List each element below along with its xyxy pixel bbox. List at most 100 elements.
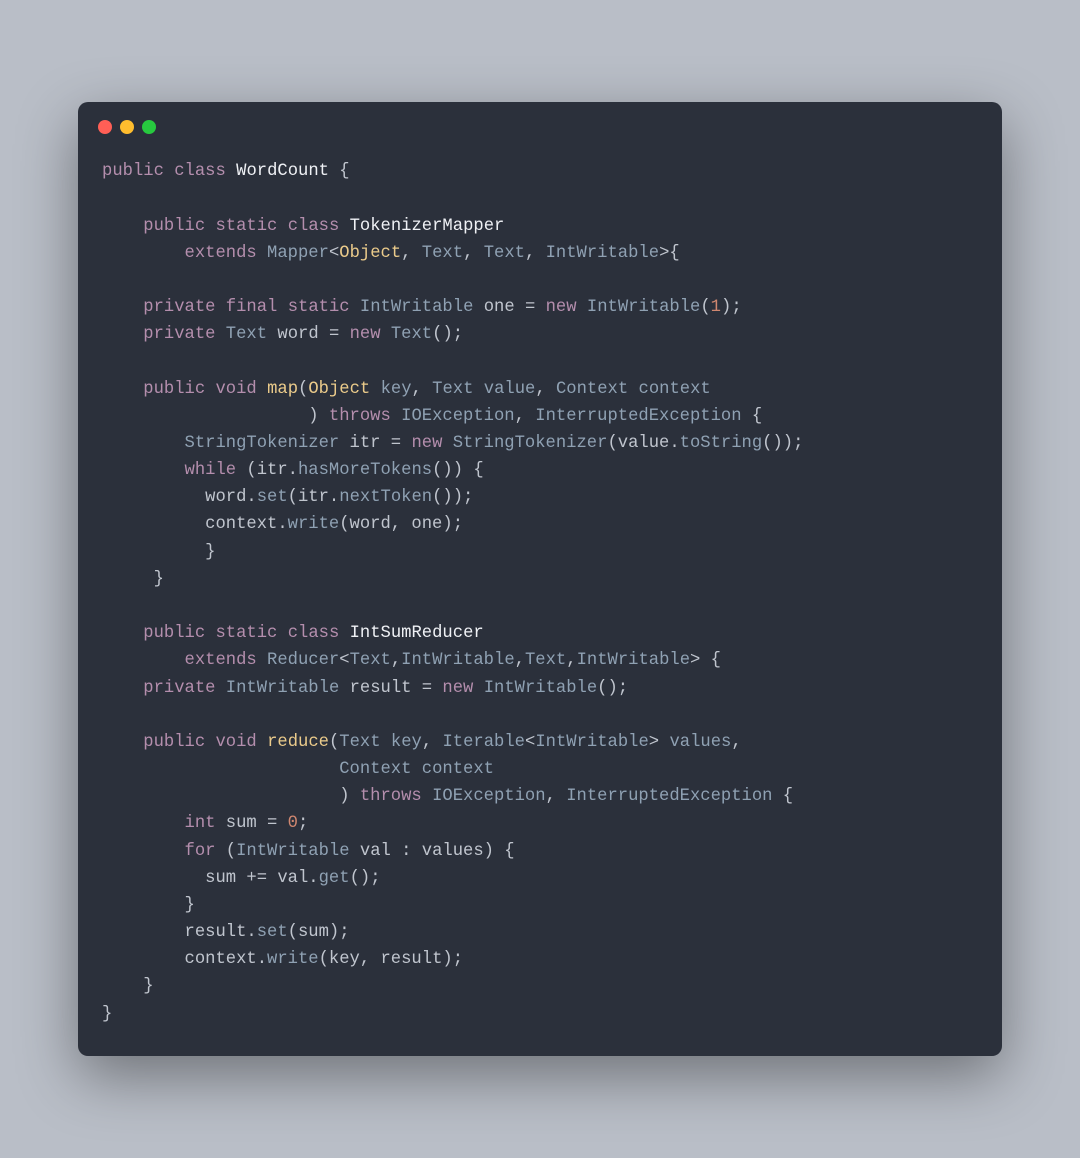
code-token: ) [102,407,329,426]
code-line: sum += val.get(); [102,865,978,892]
code-token: Context [339,760,411,779]
code-line: public void reduce(Text key, Iterable<In… [102,729,978,756]
code-token [381,325,391,344]
code-token: Mapper [267,244,329,263]
code-token [205,217,215,236]
code-token: { [329,162,350,181]
code-token: WordCount [236,162,329,181]
minimize-icon[interactable] [120,120,134,134]
code-token: } [102,977,154,996]
code-token: class [288,624,340,643]
code-token: IOException [401,407,514,426]
code-token: public [143,217,205,236]
code-token: private [143,325,215,344]
code-token: extends [185,651,257,670]
code-token: Text [391,325,432,344]
code-token: context. [102,515,288,534]
code-token: new [350,325,381,344]
code-line: ) throws IOException, InterruptedExcepti… [102,403,978,430]
code-token: int [185,814,216,833]
code-token [205,380,215,399]
code-token: , [422,733,443,752]
code-token [226,162,236,181]
code-token: (itr. [236,461,298,480]
code-token: Text [484,244,525,263]
code-token: } [102,1005,112,1024]
code-line: private IntWritable result = new IntWrit… [102,675,978,702]
code-line: } [102,1001,978,1028]
code-token [473,380,483,399]
code-token: write [267,950,319,969]
code-token: ) [102,787,360,806]
code-token: IntSumReducer [350,624,484,643]
code-token [257,651,267,670]
code-token: ; [298,814,308,833]
code-token: (key, result); [319,950,463,969]
code-token [215,325,225,344]
code-token: (value. [607,434,679,453]
code-line: } [102,892,978,919]
code-token: while [185,461,237,480]
code-line [102,593,978,620]
code-token: values [669,733,731,752]
code-line: public static class TokenizerMapper [102,213,978,240]
code-token [102,760,339,779]
code-token: IntWritable [401,651,514,670]
close-icon[interactable] [98,120,112,134]
code-token: toString [680,434,763,453]
code-token: } [102,543,215,562]
code-token: } [102,896,195,915]
code-token: new [546,298,577,317]
code-token [102,298,143,317]
code-token: , [535,380,556,399]
code-line: } [102,973,978,1000]
code-token: key [381,380,412,399]
code-token: { [772,787,793,806]
code-token: , [525,244,546,263]
code-token: { [742,407,763,426]
code-token: set [257,488,288,507]
code-line [102,348,978,375]
code-token: throws [329,407,391,426]
code-line [102,702,978,729]
code-token: , [546,787,567,806]
zoom-icon[interactable] [142,120,156,134]
code-token: (); [350,869,381,888]
code-token [215,298,225,317]
code-token [102,434,185,453]
code-content: public class WordCount { public static c… [78,138,1002,1056]
code-token: IntWritable [587,298,700,317]
code-token: context. [102,950,267,969]
titlebar [78,102,1002,138]
code-token: word. [102,488,257,507]
code-token: 0 [288,814,298,833]
code-token: throws [360,787,422,806]
code-token [102,380,143,399]
code-token [205,733,215,752]
code-token: new [411,434,442,453]
code-token: TokenizerMapper [350,217,505,236]
code-line: result.set(sum); [102,919,978,946]
code-token: key [391,733,422,752]
code-token: one = [473,298,545,317]
code-token: word = [267,325,350,344]
code-token: new [442,679,473,698]
code-token: Text [226,325,267,344]
code-token: get [319,869,350,888]
code-line: for (IntWritable val : values) { [102,838,978,865]
code-token: result = [339,679,442,698]
code-token [277,217,287,236]
code-token: result. [102,923,257,942]
code-token: value [484,380,536,399]
code-token: ()) { [432,461,484,480]
code-token: void [215,380,256,399]
code-token [339,217,349,236]
code-token [102,217,143,236]
code-token: ); [721,298,742,317]
code-line: } [102,539,978,566]
code-token [339,624,349,643]
code-token: < [329,244,339,263]
code-token [102,733,143,752]
code-line: private final static IntWritable one = n… [102,294,978,321]
code-token: Text [339,733,380,752]
